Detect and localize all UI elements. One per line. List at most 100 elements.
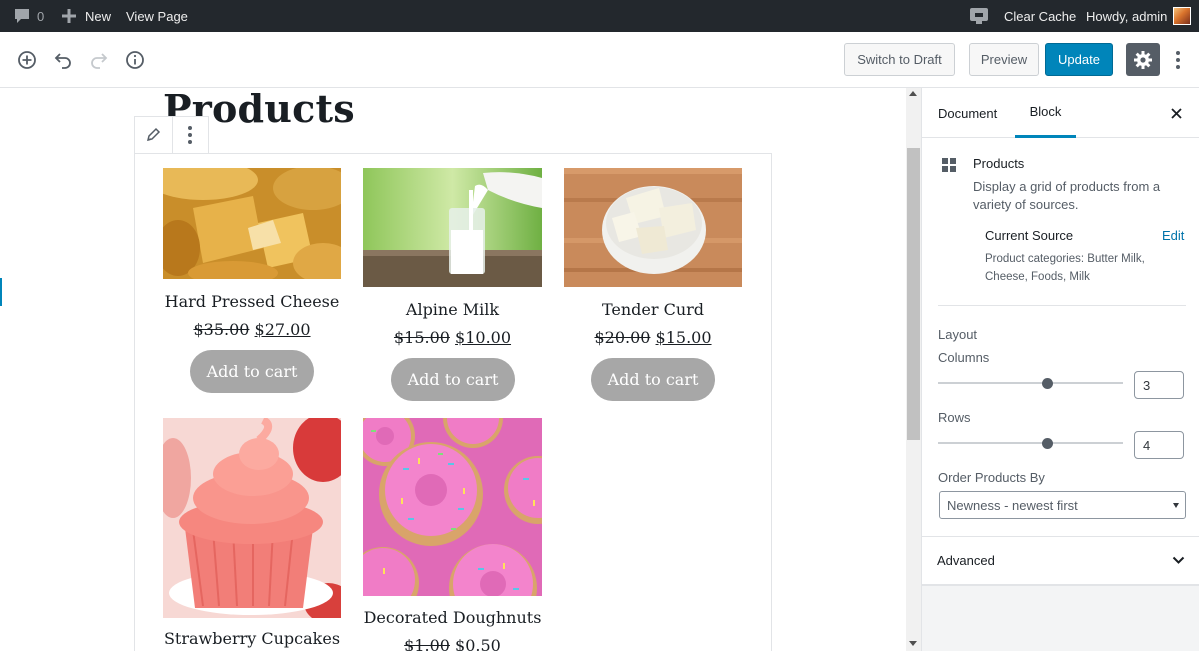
old-price: $1.00 [404,636,450,651]
old-price: $20.00 [594,328,651,347]
comments-count: 0 [37,8,45,24]
redo-icon [91,53,108,69]
columns-slider-handle[interactable] [1041,378,1053,389]
edit-source-link[interactable]: Edit [1162,228,1184,243]
undo-icon [54,53,71,69]
scroll-thumb[interactable] [907,148,920,440]
current-source-text: Product categories: Butter Milk, Cheese,… [985,253,1145,283]
clear-cache-link[interactable]: Clear Cache [1004,0,1076,32]
add-to-cart-button[interactable]: Add to cart [591,358,715,401]
sale-price: $10.00 [455,328,512,347]
close-icon [1170,107,1182,119]
columns-slider[interactable] [938,382,1123,384]
scroll-down-arrow-icon[interactable] [909,641,917,646]
add-to-cart-button[interactable]: Add to cart [391,358,515,401]
layout-heading: Layout [938,327,978,342]
product-name[interactable]: Tender Curd [564,300,742,319]
more-menu-button[interactable] [1170,48,1186,72]
rows-slider-handle[interactable] [1041,438,1053,449]
rows-slider[interactable] [938,442,1123,444]
order-by-label: Order Products By [938,470,1045,485]
sale-price: $15.00 [655,328,712,347]
chevron-down-icon [1172,556,1185,564]
info-button[interactable] [123,48,147,72]
product-name[interactable]: Strawberry Cupcakes [163,629,341,648]
cache-icon [970,8,988,24]
view-page-link[interactable]: View Page [126,0,188,32]
update-button[interactable]: Update [1045,43,1113,76]
vertical-ellipsis-icon [1176,51,1180,69]
product-card: Tender Curd $20.00 $15.00 Add to cart [564,168,742,408]
avatar [1173,7,1192,25]
sidebar-tabs: Document Block [922,88,1199,138]
product-image-milk[interactable] [363,168,542,287]
add-to-cart-button[interactable]: Add to cart [190,350,314,393]
old-price: $15.00 [393,328,450,347]
block-more-button[interactable] [171,117,209,153]
block-toolbar [134,116,209,154]
order-by-select[interactable]: Newness - newest first [939,491,1186,519]
new-label: New [85,8,112,24]
view-page-label: View Page [126,8,188,24]
product-image-doughnuts[interactable] [363,418,542,596]
plus-circle-icon [18,51,36,69]
product-price: $20.00 $15.00 [564,328,742,347]
product-card: Decorated Doughnuts $1.00 $0.50 [363,418,542,651]
product-price: $15.00 $10.00 [363,328,542,347]
product-name[interactable]: Decorated Doughnuts [363,608,542,627]
edit-block-button[interactable] [135,117,172,153]
sidebar-empty-area [922,585,1199,651]
product-card: Strawberry Cupcakes [163,418,341,651]
switch-to-draft-button[interactable]: Switch to Draft [844,43,955,76]
product-name[interactable]: Alpine Milk [363,300,542,319]
product-card: Hard Pressed Cheese $35.00 $27.00 Add to… [163,168,341,398]
tab-block[interactable]: Block [1015,88,1076,138]
product-price: $35.00 $27.00 [163,320,341,339]
admin-bar: 0 New View Page Clear Cache Howdy, admin [0,0,1199,32]
canvas-scrollbar[interactable] [906,88,921,651]
product-name[interactable]: Hard Pressed Cheese [163,292,341,311]
old-price: $35.00 [193,320,250,339]
block-description: Display a grid of products from a variet… [973,179,1161,212]
columns-input[interactable]: 3 [1134,371,1184,399]
sale-price: $0.50 [455,636,501,651]
add-block-button[interactable] [15,48,39,72]
redo-button[interactable] [87,48,111,72]
new-content-link[interactable]: New [62,0,111,32]
scroll-up-arrow-icon[interactable] [909,91,917,96]
clear-cache-label: Clear Cache [1004,8,1077,24]
product-image-curd[interactable] [564,168,742,287]
plus-icon [62,9,76,23]
comment-icon [15,9,29,23]
vertical-ellipsis-icon [188,126,193,144]
rows-label: Rows [938,410,971,425]
divider [938,305,1186,306]
columns-label: Columns [938,350,990,365]
order-by-value: Newness - newest first [947,497,1078,513]
cache-icon-link[interactable] [969,0,989,32]
dropdown-arrow-icon [1173,503,1179,508]
undo-button[interactable] [51,48,75,72]
editor-canvas: Products Hard Pressed Cheese $35.00 $27.… [0,88,906,651]
current-source-label: Current Source [985,228,1074,243]
info-icon [126,51,144,69]
pencil-icon [147,127,161,142]
rows-input[interactable]: 4 [1134,431,1184,459]
product-card: Alpine Milk $15.00 $10.00 Add to cart [363,168,542,408]
advanced-panel-toggle[interactable]: Advanced [922,536,1199,585]
sale-price: $27.00 [254,320,311,339]
product-image-cupcakes[interactable] [163,418,341,618]
settings-button[interactable] [1126,43,1160,76]
grid-icon [942,158,956,172]
product-image-cheese[interactable] [163,168,341,279]
advanced-label: Advanced [937,553,995,568]
products-block-icon [942,158,956,175]
my-account-link[interactable]: Howdy, admin [1086,0,1192,32]
close-sidebar-button[interactable] [1168,105,1184,121]
settings-sidebar: Document Block Products Display a grid o… [921,88,1199,651]
block-navigation-marker [0,278,2,306]
tab-document[interactable]: Document [938,88,997,138]
comments-link[interactable]: 0 [13,0,44,32]
editor-header: Switch to Draft Preview Update [0,32,1199,88]
preview-button[interactable]: Preview [969,43,1039,76]
